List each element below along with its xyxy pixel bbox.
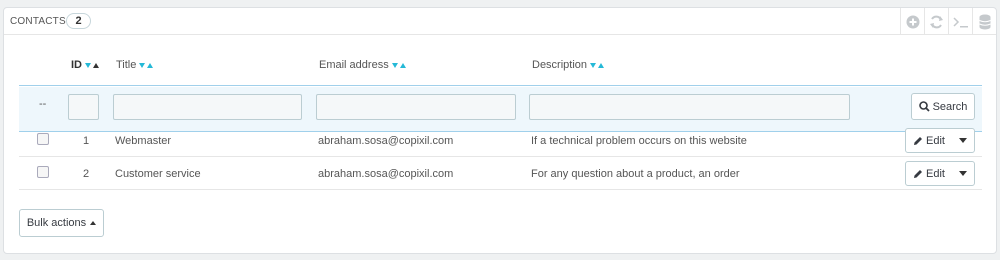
bulk-actions-button[interactable]: Bulk actions: [19, 209, 104, 237]
row-id: 2: [83, 168, 90, 180]
count-badge: 2: [66, 13, 91, 29]
sort-icon[interactable]: [391, 59, 408, 71]
chevron-down-icon[interactable]: [952, 129, 974, 152]
filter-id-input[interactable]: [68, 94, 99, 120]
row-email: abraham.sosa@copixil.com: [318, 168, 454, 180]
row-actions: Edit: [905, 161, 975, 186]
sql-query-icon[interactable]: [948, 8, 972, 35]
column-header-title[interactable]: Title: [116, 59, 155, 71]
search-button-label: Search: [932, 100, 968, 113]
table-row: 2 Customer service abraham.sosa@copixil.…: [19, 157, 982, 190]
row-actions: Edit: [905, 128, 975, 153]
column-description-label: Description: [532, 59, 588, 72]
row-checkbox[interactable]: [37, 133, 49, 145]
column-id-label: ID: [71, 59, 82, 72]
edit-button-label: Edit: [926, 134, 945, 147]
contacts-panel: CONTACTS 2 ID Title Email address Descri…: [3, 7, 997, 254]
database-export-icon[interactable]: [972, 8, 996, 35]
row-description: For any question about a product, an ord…: [531, 168, 740, 180]
refresh-icon[interactable]: [924, 8, 948, 35]
row-checkbox[interactable]: [37, 166, 49, 178]
panel-heading: CONTACTS 2: [4, 8, 996, 35]
pencil-icon: [914, 136, 923, 145]
filter-reset-label: --: [39, 98, 47, 110]
column-title-label: Title: [116, 59, 137, 72]
row-id: 1: [83, 135, 90, 147]
column-header-id[interactable]: ID: [71, 59, 101, 71]
search-button[interactable]: Search: [911, 93, 975, 120]
sort-icon[interactable]: [590, 59, 606, 71]
edit-button[interactable]: Edit: [906, 129, 952, 152]
panel-title: CONTACTS: [10, 16, 66, 27]
filter-description-input[interactable]: [529, 94, 850, 120]
column-header-description[interactable]: Description: [532, 59, 606, 71]
chevron-down-icon[interactable]: [952, 162, 974, 185]
edit-button[interactable]: Edit: [906, 162, 952, 185]
bulk-actions-label: Bulk actions: [26, 217, 87, 229]
row-email: abraham.sosa@copixil.com: [318, 135, 454, 147]
column-email-label: Email address: [319, 59, 389, 72]
row-title: Webmaster: [115, 135, 172, 147]
sort-icon[interactable]: [85, 59, 101, 71]
filter-email-input[interactable]: [316, 94, 516, 120]
column-header-email[interactable]: Email address: [319, 59, 408, 71]
edit-button-label: Edit: [926, 167, 945, 180]
filter-title-input[interactable]: [113, 94, 302, 120]
search-icon: [918, 101, 930, 112]
table-header: ID Title Email address Description: [19, 51, 982, 86]
table-row: 1 Webmaster abraham.sosa@copixil.com If …: [19, 124, 982, 157]
add-icon[interactable]: [900, 8, 924, 35]
panel-toolbar: [900, 8, 996, 35]
row-title: Customer service: [115, 168, 201, 180]
pencil-icon: [914, 169, 923, 178]
sort-icon[interactable]: [139, 59, 155, 71]
caret-up-icon: [90, 221, 97, 225]
row-description: If a technical problem occurs on this we…: [531, 135, 747, 147]
